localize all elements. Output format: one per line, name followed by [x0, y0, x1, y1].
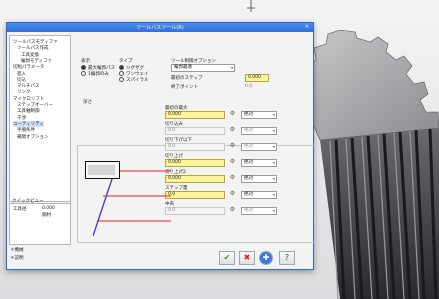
end-point-value: 0.0 — [245, 84, 253, 89]
close-icon[interactable]: ✕ — [303, 24, 311, 30]
depth-row-mode-dropdown[interactable]: 絶対 — [241, 127, 277, 135]
display-option-2[interactable]: 1輪郭のみ — [81, 71, 109, 77]
apply-button[interactable]: ✚ — [259, 251, 273, 265]
help-button[interactable]: ? — [279, 251, 295, 265]
tree-item[interactable]: ユーティリティ — [13, 120, 44, 127]
tree-item[interactable]: 補間オプション — [17, 134, 49, 140]
depth-row-input[interactable]: 0.0 — [165, 143, 225, 151]
toolpath-dialog: ツールバスツール(R) ✕ ツールパスモディファ ツールパス作成 工具変換 輪郭モディ… — [6, 22, 315, 270]
depth-row-mode-dropdown[interactable]: 絶対 — [241, 207, 277, 215]
settings-icon[interactable]: ⚙ — [229, 126, 236, 133]
tree-item[interactable]: リンク — [17, 89, 31, 95]
depth-row-input[interactable]: 0.0 — [165, 207, 225, 215]
tree-item[interactable]: 進入 — [17, 71, 26, 77]
first-step-label: 最初のステップ — [171, 76, 203, 81]
settings-icon[interactable]: ⚙ — [229, 110, 236, 117]
description-label: ＊説明 — [10, 256, 24, 261]
quick-view-cell: 鋼材 — [42, 213, 51, 218]
tree-item[interactable]: 手順条件 — [17, 127, 35, 133]
tree-item[interactable]: ツールパスモディファ — [13, 39, 58, 45]
depth-row-input[interactable]: 0.0 — [165, 191, 225, 199]
end-point-label: 終了ポイント — [171, 85, 198, 90]
type-option-3[interactable]: スパイラル — [119, 77, 149, 83]
section-type-title: タイプ — [119, 59, 133, 64]
quick-view-cell: 0.000 — [42, 206, 55, 211]
tree-item[interactable]: 干渉 — [17, 115, 26, 121]
quick-view-cell: 工具径 — [13, 207, 27, 212]
tree-item[interactable]: 工具軸制御 — [17, 108, 40, 114]
quick-view-header: クイックビュー — [12, 199, 44, 204]
parameter-tree[interactable]: ツールパスモディファ ツールパス作成 工具変換 輪郭モディファ 切削パラメータ 進入 切込マ… — [9, 35, 71, 202]
settings-icon[interactable]: ⚙ — [229, 174, 236, 181]
quick-view-list[interactable]: クイックビュー 工具径 0.000 鋼材 — [9, 199, 71, 245]
depth-row-input[interactable]: 0.000 — [165, 175, 225, 183]
depth-panel-title: 深さ — [83, 100, 92, 105]
depth-row-input[interactable]: 0.000 — [165, 159, 225, 167]
tree-item[interactable]: ツールパス作成 — [17, 45, 49, 51]
tree-item[interactable]: 工具変換 — [21, 52, 39, 58]
gear-model — [300, 30, 439, 299]
settings-icon[interactable]: ⚙ — [229, 158, 236, 165]
tree-item[interactable]: 輪郭モディファ — [21, 58, 52, 64]
depth-row-mode-dropdown[interactable]: 絶対 — [241, 175, 277, 183]
dialog-titlebar[interactable]: ツールバスツール(R) ✕ — [7, 23, 313, 32]
settings-icon[interactable]: ⚙ — [229, 206, 236, 213]
tree-item[interactable]: マルチパス — [17, 83, 40, 89]
depth-row-mode-dropdown[interactable]: 絶対 — [241, 143, 277, 151]
tree-item[interactable]: 切削パラメータ — [13, 64, 44, 70]
ok-button[interactable]: ✔ — [219, 251, 235, 265]
depth-row-input[interactable]: 0.000 — [165, 111, 225, 119]
tree-item[interactable]: ステップオーバー — [17, 102, 53, 108]
tool-control-dropdown[interactable]: 輪郭最適 — [171, 64, 235, 72]
depth-row-mode-dropdown[interactable]: 絶対 — [241, 111, 277, 119]
settings-icon[interactable]: ⚙ — [229, 190, 236, 197]
cancel-button[interactable]: ✖ — [239, 251, 255, 265]
depth-row-input[interactable]: 0.0 — [165, 127, 225, 135]
dialog-title: ツールバスツール(R) — [136, 25, 184, 31]
diagram-stock-fill — [88, 165, 115, 175]
section-display-title: 表示 — [81, 59, 90, 64]
crosshair-icon — [247, 0, 255, 18]
settings-icon[interactable]: ⚙ — [229, 142, 236, 149]
tree-item[interactable]: 切込 — [17, 77, 26, 83]
depth-row-mode-dropdown[interactable]: 絶対 — [241, 191, 277, 199]
tree-item[interactable]: マイクロリフト — [13, 96, 44, 102]
machine-label: ＊機械 — [10, 248, 24, 253]
depth-row-mode-dropdown[interactable]: 絶対 — [241, 159, 277, 167]
first-step-input[interactable]: 0.000 — [245, 74, 269, 82]
